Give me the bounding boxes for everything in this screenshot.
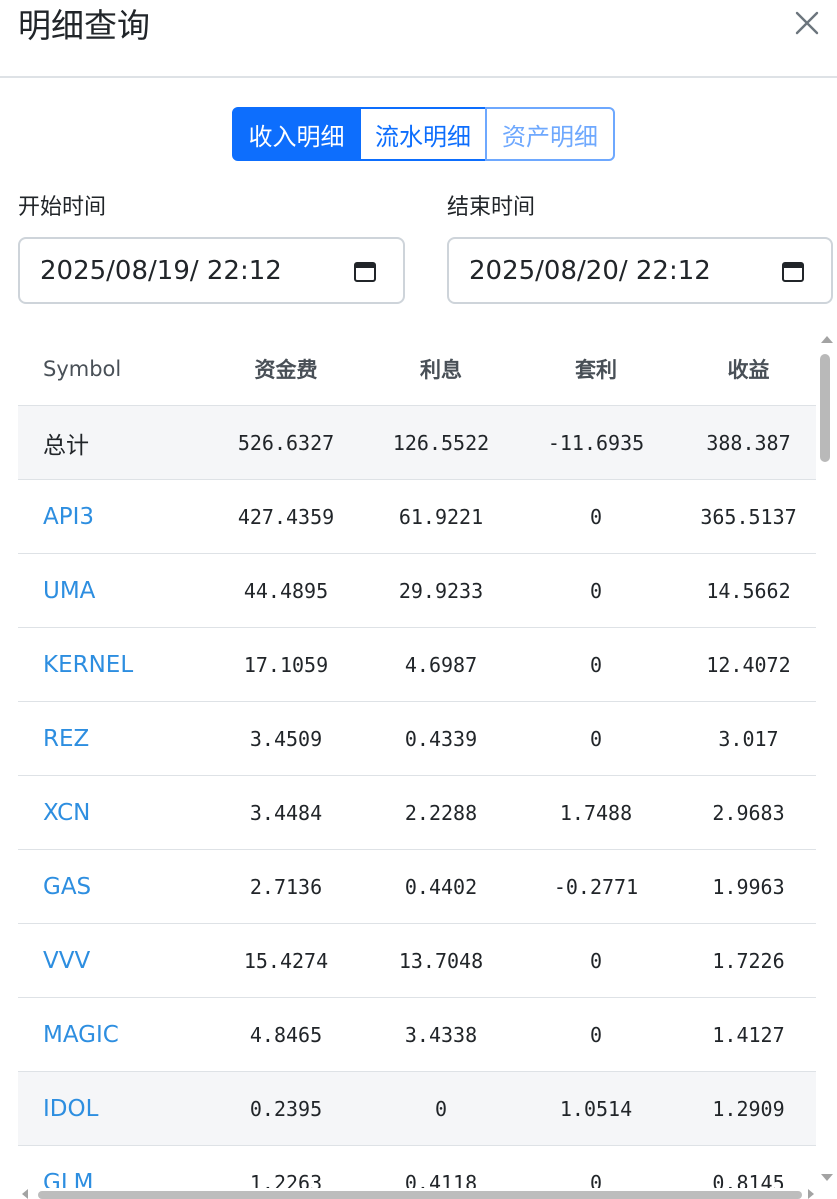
table-row: API3 427.4359 61.9221 0 365.5137 — [18, 480, 816, 554]
row-symbol-link[interactable]: XCN — [43, 776, 213, 850]
scroll-down-arrow-icon[interactable] — [821, 1174, 833, 1181]
table-row: XCN 3.4484 2.2288 1.7488 2.9683 — [18, 776, 816, 850]
row-interest: 0.4402 — [404, 875, 478, 899]
row-symbol-link[interactable]: REZ — [43, 702, 213, 776]
row-arbitrage: 0 — [589, 1023, 603, 1047]
row-symbol-link[interactable]: IDOL — [43, 1072, 213, 1146]
row-funding-fee: 3.4509 — [249, 727, 323, 751]
table-row: MAGIC 4.8465 3.4338 0 1.4127 — [18, 998, 816, 1072]
row-interest: 4.6987 — [404, 653, 478, 677]
row-funding-fee: 0.2395 — [249, 1097, 323, 1121]
table-row: GAS 2.7136 0.4402 -0.2771 1.9963 — [18, 850, 816, 924]
row-arbitrage: 0 — [589, 579, 603, 603]
start-time-input[interactable]: 2025/08/19/ 22:12 — [18, 237, 405, 304]
row-funding-fee: 427.4359 — [237, 505, 335, 529]
scroll-right-arrow-icon[interactable] — [808, 1189, 814, 1199]
total-profit: 388.387 — [706, 431, 791, 455]
row-symbol-link[interactable]: VVV — [43, 924, 213, 998]
row-profit: 1.4127 — [712, 1023, 785, 1047]
table-header-row: Symbol 资金费 利息 套利 收益 — [18, 332, 816, 406]
end-time-label: 结束时间 — [447, 195, 536, 220]
row-profit: 14.5662 — [706, 579, 791, 603]
row-interest: 29.9233 — [398, 579, 484, 603]
row-interest: 61.9221 — [398, 505, 484, 529]
tab-asset-detail[interactable]: 资产明细 — [485, 107, 615, 161]
header-funding-fee: 资金费 — [254, 358, 318, 382]
row-funding-fee: 2.7136 — [249, 875, 323, 899]
row-interest: 0 — [434, 1097, 448, 1121]
total-arbitrage: -11.6935 — [547, 431, 645, 455]
row-interest: 13.7048 — [398, 949, 484, 973]
row-arbitrage: 0 — [589, 949, 603, 973]
vertical-scroll-thumb[interactable] — [820, 354, 830, 462]
row-symbol-link[interactable]: KERNEL — [43, 628, 213, 702]
horizontal-scrollbar[interactable] — [18, 1188, 816, 1199]
row-profit: 3.017 — [718, 727, 779, 751]
row-funding-fee: 17.1059 — [243, 653, 329, 677]
row-profit: 1.7226 — [712, 949, 785, 973]
row-arbitrage: 1.7488 — [559, 801, 633, 825]
header-interest: 利息 — [420, 358, 462, 382]
row-profit: 2.9683 — [712, 801, 785, 825]
tab-flow-detail[interactable]: 流水明细 — [359, 107, 487, 161]
table-total-row: 总计 526.6327 126.5522 -11.6935 388.387 — [18, 406, 816, 480]
total-funding-fee: 526.6327 — [237, 431, 335, 455]
vertical-scrollbar[interactable] — [817, 332, 837, 1198]
row-funding-fee: 15.4274 — [243, 949, 329, 973]
row-profit: 1.9963 — [712, 875, 785, 899]
start-time-label: 开始时间 — [18, 195, 107, 220]
row-funding-fee: 44.4895 — [243, 579, 329, 603]
row-arbitrage: 0 — [589, 505, 603, 529]
table-row: UMA 44.4895 29.9233 0 14.5662 — [18, 554, 816, 628]
row-arbitrage: -0.2771 — [553, 875, 639, 899]
tab-income-detail[interactable]: 收入明细 — [232, 107, 361, 161]
row-symbol-link[interactable]: MAGIC — [43, 998, 213, 1072]
calendar-icon[interactable] — [781, 259, 805, 283]
income-table[interactable]: Symbol 资金费 利息 套利 收益 总计 526.6327 126.5522… — [18, 332, 816, 1198]
row-symbol-link[interactable]: API3 — [43, 480, 213, 554]
row-arbitrage: 1.0514 — [559, 1097, 633, 1121]
row-interest: 0.4339 — [404, 727, 478, 751]
table-row: VVV 15.4274 13.7048 0 1.7226 — [18, 924, 816, 998]
row-profit: 365.5137 — [700, 505, 797, 529]
end-time-input[interactable]: 2025/08/20/ 22:12 — [447, 237, 833, 304]
start-time-value: 2025/08/19/ 22:12 — [40, 255, 282, 286]
total-label: 总计 — [43, 433, 89, 459]
detail-tab-group: 收入明细 流水明细 资产明细 — [232, 107, 615, 161]
row-funding-fee: 3.4484 — [249, 801, 323, 825]
row-funding-fee: 4.8465 — [249, 1023, 323, 1047]
scroll-left-arrow-icon[interactable] — [22, 1189, 28, 1199]
row-symbol-link[interactable]: UMA — [43, 554, 213, 628]
scroll-up-arrow-icon[interactable] — [821, 336, 833, 343]
header-profit: 收益 — [727, 358, 770, 382]
row-symbol-link[interactable]: GAS — [43, 850, 213, 924]
row-interest: 3.4338 — [404, 1023, 478, 1047]
total-interest: 126.5522 — [392, 431, 490, 455]
table-row: KERNEL 17.1059 4.6987 0 12.4072 — [18, 628, 816, 702]
modal-header: 明细查询 — [0, 0, 837, 78]
header-symbol: Symbol — [43, 357, 122, 381]
modal-title: 明细查询 — [18, 6, 150, 45]
header-arbitrage: 套利 — [575, 358, 617, 382]
row-profit: 1.2909 — [712, 1097, 785, 1121]
table-row: REZ 3.4509 0.4339 0 3.017 — [18, 702, 816, 776]
calendar-icon[interactable] — [353, 259, 377, 283]
row-profit: 12.4072 — [706, 653, 791, 677]
horizontal-scroll-thumb[interactable] — [38, 1191, 802, 1199]
row-interest: 2.2288 — [404, 801, 478, 825]
end-time-value: 2025/08/20/ 22:12 — [469, 255, 711, 286]
row-arbitrage: 0 — [589, 653, 603, 677]
table-row: IDOL 0.2395 0 1.0514 1.2909 — [18, 1072, 816, 1146]
row-arbitrage: 0 — [589, 727, 603, 751]
close-icon[interactable] — [790, 6, 824, 40]
